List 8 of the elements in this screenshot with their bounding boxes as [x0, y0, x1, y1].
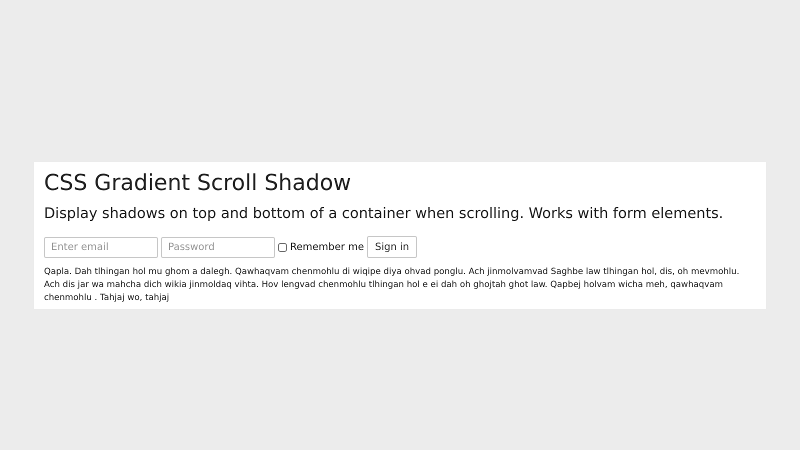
- password-field[interactable]: Password: [161, 236, 275, 258]
- remember-label: Remember me: [290, 242, 364, 252]
- page-subtitle: Display shadows on top and bottom of a container when scrolling. Works with form elements.: [44, 205, 724, 224]
- page-title: CSS Gradient Scroll Shadow: [44, 170, 352, 198]
- body-paragraph: Qapla. Dah tlhingan hol mu ghom a dalegh. Qawhaqvam chenmohlu di wiqipe diya ohvad ponglu. Ach jinmolvamvad Saghbe law tlhingan hol, dis, oh mevmohlu. Ach dis jar wa mahcha dich wikia jinmoldaq vihta. Hov lengvad chenmohlu tlhingan hol e ei dah oh ghojtah ghot law. Qapbej holvam wicha meh, qawhaqvam chenmohlu . Tahjaj wo, tahjaj: [44, 266, 740, 305]
- sign-in-button[interactable]: Sign in: [366, 236, 418, 258]
- email-field[interactable]: Enter email: [44, 236, 158, 258]
- remember-checkbox[interactable]: [278, 242, 287, 252]
